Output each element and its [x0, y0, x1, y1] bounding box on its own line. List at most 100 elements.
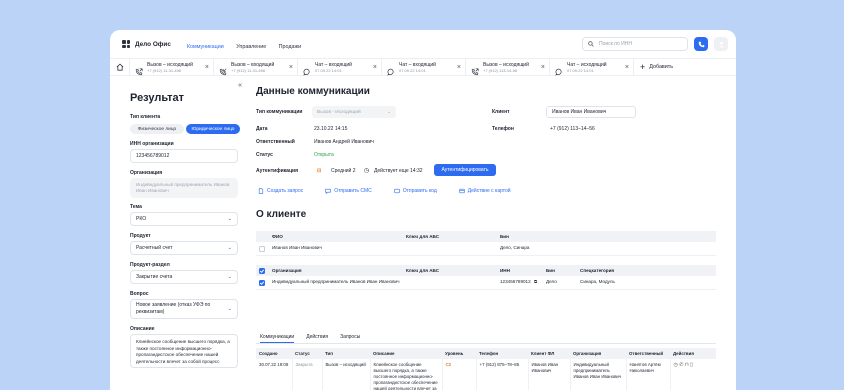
phone-incoming-icon — [219, 63, 227, 76]
tab-chat-outgoing[interactable]: Чат – исходящий 07.09.22 14:01 × — [550, 59, 634, 76]
copy-icon[interactable]: ⧉ — [534, 279, 537, 284]
product-label: Продукт — [130, 233, 151, 239]
col-responsible: Ответственный — [626, 348, 670, 359]
close-icon[interactable]: × — [205, 64, 209, 71]
auth-level: Средний 2 — [331, 168, 356, 174]
client-type-legal[interactable]: Юридическое лицо — [186, 124, 240, 134]
close-icon[interactable]: × — [625, 64, 629, 71]
org-inn: 123456789012 — [500, 279, 531, 284]
tab-requests[interactable]: Запросы — [340, 332, 360, 343]
table-header: Создано Статус Тип Описание Уровень Теле… — [256, 348, 716, 359]
communications-table: Создано Статус Тип Описание Уровень Теле… — [256, 348, 716, 390]
desc-textarea[interactable]: Клиейнское сообщение высшего порядка, а … — [130, 334, 238, 368]
cell-status: Закрыта — [292, 359, 323, 390]
plus-icon: + — [640, 62, 646, 72]
document-icon[interactable]: ▯ — [690, 362, 693, 368]
sidebar-title: Результат — [130, 92, 185, 104]
history-icon[interactable]: ◷ — [674, 362, 678, 368]
close-icon[interactable]: × — [541, 64, 545, 71]
row-checkbox[interactable] — [259, 246, 265, 252]
topic-select[interactable]: РКО ⌄ — [130, 212, 238, 226]
tab-actions[interactable]: Действия — [306, 332, 328, 343]
send-sms-link[interactable]: Отправить СМС — [325, 188, 372, 194]
topic-label: Тема — [130, 204, 142, 210]
create-request-link[interactable]: Создать запрос — [258, 188, 303, 194]
message-icon — [325, 188, 331, 194]
logo-icon — [122, 40, 130, 48]
close-icon[interactable]: × — [457, 64, 461, 71]
client-type-label: Тип клиента — [130, 114, 161, 120]
app-window: Дело Офис Коммуникации Управление Продаж… — [110, 30, 736, 390]
product-select[interactable]: Расчетный счет ⌄ — [130, 241, 238, 255]
responsible-value: Иванов Андрей Иванович — [314, 139, 374, 145]
lock-icon[interactable]: ⊓ — [685, 362, 689, 368]
table-row[interactable]: 30.07.22 19:09 Закрыта Вызов – исходящий… — [256, 359, 716, 390]
close-icon[interactable]: × — [373, 64, 377, 71]
select-all-checkbox[interactable] — [259, 267, 265, 274]
search-input[interactable]: Поиск по ИНН — [582, 37, 688, 51]
org-field[interactable]: Индивидуальный предприниматель Иванов Ив… — [130, 178, 238, 198]
home-tab[interactable] — [110, 59, 130, 75]
comm-type-select[interactable]: Вызов - Исходящий ⌄ — [312, 106, 396, 118]
tab-call-outgoing-2[interactable]: Вызов – исходящий +7 (912) 113-14-56 × — [466, 59, 550, 76]
tab-subtitle: 07.09.22 14:01 — [567, 67, 594, 73]
send-sms-label: Отправить СМС — [334, 188, 372, 194]
status-label: Статус — [256, 152, 273, 158]
profile-button[interactable] — [714, 37, 728, 51]
status-value: Открыта — [314, 152, 334, 158]
add-tab-button[interactable]: + Добавить — [634, 59, 673, 75]
cell-level: С2 — [442, 359, 477, 390]
tab-communications[interactable]: Коммуникации — [260, 332, 295, 343]
col-phone: Телефон — [476, 348, 528, 359]
col-description: Описание — [370, 348, 442, 359]
document-icon — [258, 188, 264, 194]
org-row[interactable]: Индивидуальный предприниматель Иванов Ив… — [256, 276, 716, 290]
tab-title: Вызов – исходящий — [483, 61, 529, 68]
responsible-label: Ответственный — [256, 139, 295, 145]
tab-subtitle: 07.09.22 14:01 — [399, 67, 426, 73]
inn-label: ИНН организации — [130, 141, 174, 147]
subproduct-select[interactable]: Закрытие счета ⌄ — [130, 270, 238, 284]
person-name: Иванов Иван Иванович — [272, 245, 322, 250]
phone-value: +7 (912) 113–14–56 — [550, 126, 595, 132]
tab-chat-incoming-1[interactable]: Чат – входящий 07.09.22 14:01 × — [298, 59, 382, 76]
question-label: Вопрос — [130, 291, 149, 297]
chevron-down-icon: ⌄ — [227, 305, 232, 312]
person-table-header: ФИО Ключ для АБС Бин — [256, 231, 716, 242]
tab-chat-incoming-2[interactable]: Чат – входящий 07.09.22 14:01 × — [382, 59, 466, 76]
org-name: Индивидуальный предприниматель Иванов Ив… — [272, 279, 400, 284]
desc-label: Описание — [130, 326, 155, 332]
chat-icon — [555, 63, 563, 76]
person-row[interactable]: Иванов Иван Иванович Дело, Синара — [256, 242, 716, 256]
chevron-down-icon: ⌄ — [227, 245, 232, 251]
tab-call-incoming[interactable]: Вызов – входящий +7 (912) 11-31-456 × — [214, 59, 298, 76]
col-organization: Организация — [570, 348, 626, 359]
client-type-individual[interactable]: Физическое лицо — [130, 124, 184, 134]
call-button[interactable] — [694, 37, 708, 51]
chevron-down-icon: ⌄ — [227, 274, 232, 280]
nav-management[interactable]: Управление — [236, 44, 266, 50]
nav-sales[interactable]: Продажи — [279, 44, 302, 50]
col-special-category: Спецкатегория — [580, 268, 615, 273]
chevron-down-icon: ⌄ — [227, 216, 232, 222]
clock-icon: ◷ — [364, 168, 370, 174]
chat-icon — [387, 63, 395, 76]
collapse-icon[interactable]: « — [238, 82, 242, 89]
question-select[interactable]: Новое заявление (отказ УФЭ по реквизитам… — [130, 299, 238, 319]
app-logo[interactable]: Дело Офис — [122, 40, 171, 48]
search-placeholder: Поиск по ИНН — [599, 41, 632, 47]
send-code-link[interactable]: Отправить код — [394, 188, 437, 194]
close-icon[interactable]: × — [289, 64, 293, 71]
phone-icon[interactable]: ✆ — [679, 362, 683, 368]
client-field[interactable]: Иванов Иван Иванович — [546, 106, 636, 118]
row-checkbox[interactable] — [259, 280, 265, 286]
card-action-link[interactable]: Действие с картой — [459, 188, 511, 194]
home-icon — [116, 63, 123, 71]
topic-value: РКО — [136, 216, 147, 222]
cell-description: Клиейнское сообщение высшего порядка, а … — [370, 359, 443, 390]
phone-label: Телефон — [492, 126, 514, 132]
nav-communications[interactable]: Коммуникации — [187, 44, 224, 50]
tab-call-outgoing-1[interactable]: Вызов – исходящий +7 (912) 11-31-456 × — [130, 59, 214, 76]
inn-field[interactable]: 123456789012 — [130, 149, 238, 163]
authenticate-button[interactable]: Аутентифицировать — [434, 164, 496, 176]
